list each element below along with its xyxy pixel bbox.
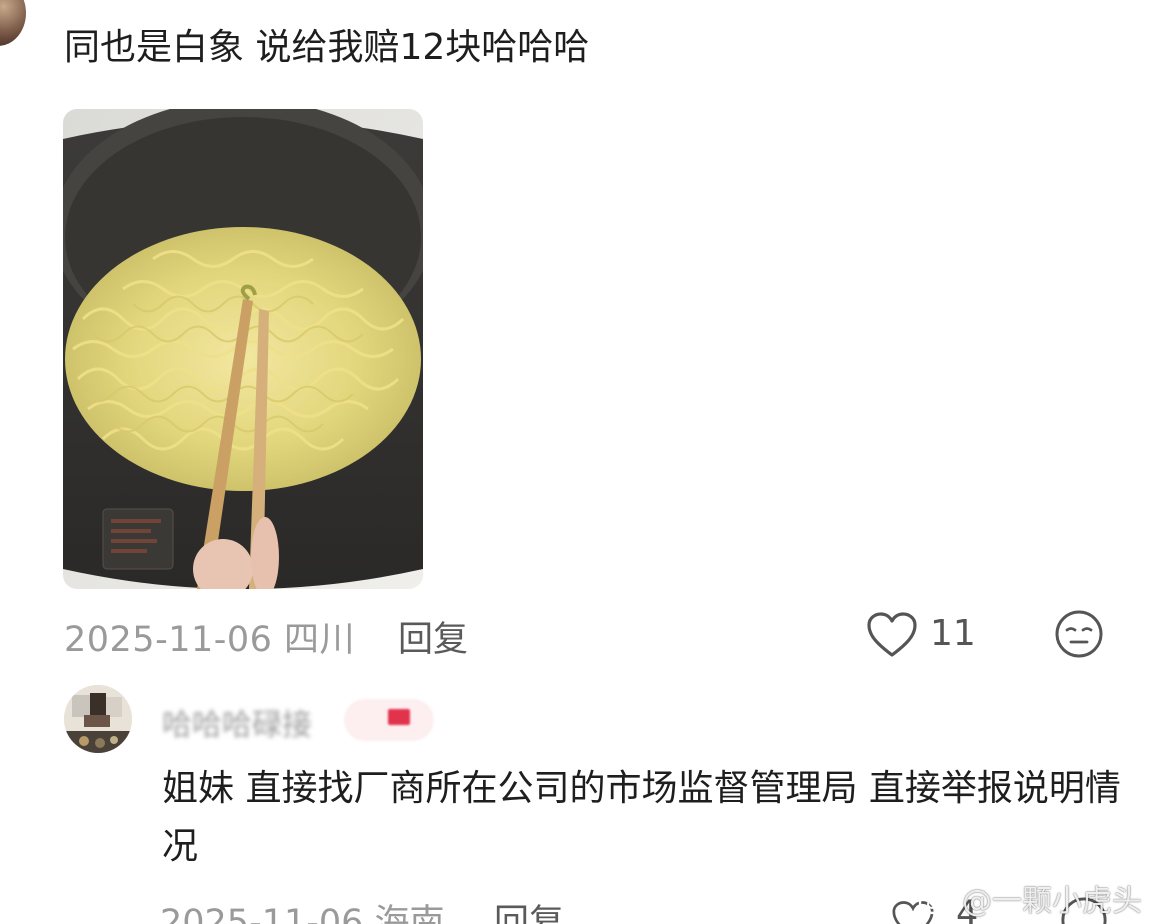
emoji-reaction-icon[interactable]: [1054, 609, 1104, 659]
comment-text: 同也是白象 说给我赔12块哈哈哈: [64, 27, 590, 68]
like-count: 11: [930, 613, 976, 654]
noodle-pot-photo: [63, 109, 423, 589]
user-badge: [344, 699, 434, 741]
watermark: @一颗小虎头: [918, 876, 1142, 919]
reply-button-2[interactable]: 回复: [494, 894, 564, 924]
reply-date-location: 2025-11-06 海南: [160, 903, 445, 924]
reply-comment-text: 姐妹 直接找厂商所在公司的市场监督管理局 直接举报说明情况: [162, 768, 1121, 867]
reply-button[interactable]: 回复: [398, 611, 468, 662]
comment-date-location: 2025-11-06 四川: [64, 620, 356, 660]
watermark-text: @一颗小虎头: [962, 884, 1142, 919]
badge-mark: [388, 709, 410, 725]
comment-thread: 同也是白象 说给我赔12块哈哈哈 2025-11-06 四川 回复 11 哈哈哈…: [0, 0, 1155, 924]
comment-meta-row: 2025-11-06 四川 回复 11: [64, 607, 1114, 662]
avatar-image: [64, 685, 132, 753]
heart-outline-icon[interactable]: [866, 611, 918, 659]
comment-image[interactable]: [63, 109, 423, 589]
weibo-logo-icon: [918, 889, 954, 915]
commenter-avatar[interactable]: [0, 0, 26, 46]
reply-username[interactable]: 哈哈哈碌接: [162, 700, 332, 743]
reply-commenter-avatar[interactable]: [64, 685, 132, 753]
